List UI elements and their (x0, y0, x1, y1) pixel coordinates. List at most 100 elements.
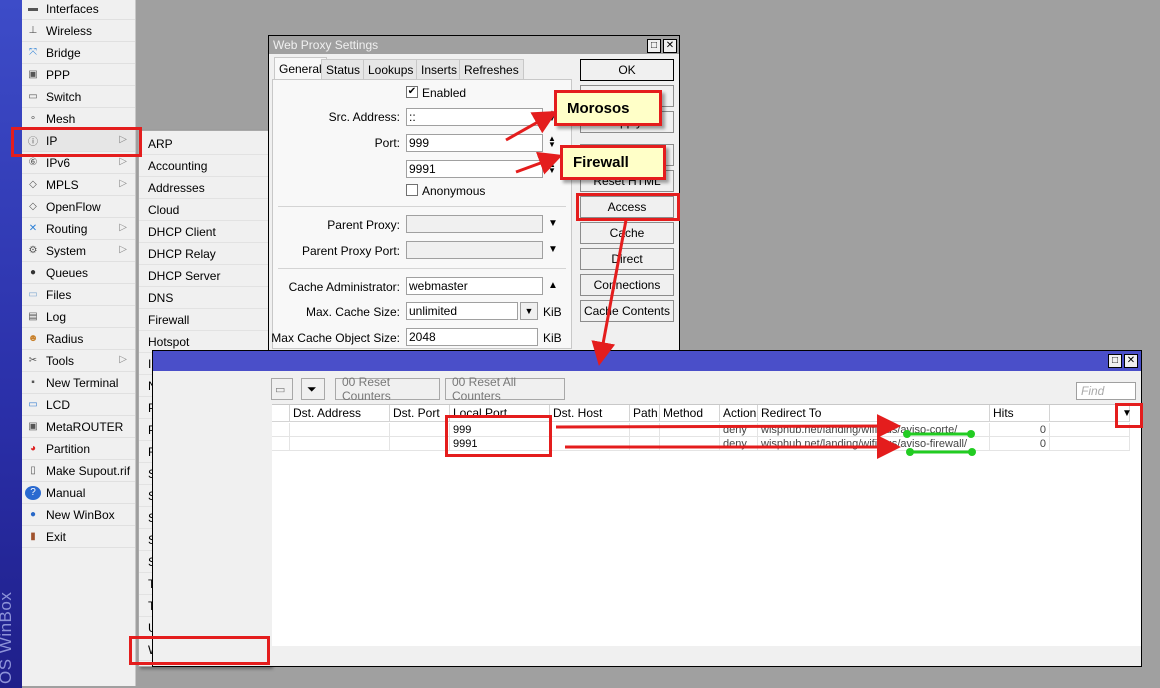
column-header[interactable] (272, 405, 290, 422)
sidebar-item-lcd[interactable]: ▭ LCD (22, 394, 135, 416)
access-button[interactable]: Access (580, 196, 674, 218)
cache-admin-field[interactable]: webmaster (406, 277, 543, 295)
tab-lookups[interactable]: Lookups (363, 59, 419, 79)
connections-button[interactable]: Connections (580, 274, 674, 296)
sidebar-item-switch[interactable]: ▭ Switch (22, 86, 135, 108)
sidebar-item-system[interactable]: ⚙ System ▷ (22, 240, 135, 262)
cache-admin-collapse-icon[interactable]: ▲ (548, 280, 558, 291)
sidebar-item-metarouter[interactable]: ▣ MetaROUTER (22, 416, 135, 438)
port-spinner[interactable]: ▲ ▼ (547, 135, 557, 149)
parent-proxy-field[interactable] (406, 215, 543, 233)
column-header[interactable] (1050, 405, 1130, 422)
interfaces-icon: ▬ (28, 3, 38, 14)
submenu-item-dhcp-server[interactable]: DHCP Server (139, 265, 270, 287)
maximize-button[interactable]: □ (647, 39, 661, 53)
sidebar-item-exit[interactable]: ▮ Exit (22, 526, 135, 548)
submenu-arrow-icon: ▷ (119, 134, 127, 145)
sidebar-item-files[interactable]: ▭ Files (22, 284, 135, 306)
direct-button[interactable]: Direct (580, 248, 674, 270)
column-header[interactable]: Local Port (450, 405, 550, 422)
submenu-item-dhcp-client[interactable]: DHCP Client (139, 221, 270, 243)
src-address-label: Src. Address: (328, 110, 400, 124)
winbox-icon: ● (29, 509, 37, 520)
window-titlebar[interactable]: Web Proxy Settings (269, 36, 679, 54)
submenu-item-accounting[interactable]: Accounting (139, 155, 270, 177)
tab-general[interactable]: General (274, 57, 327, 79)
sidebar-item-new-winbox[interactable]: ● New WinBox (22, 504, 135, 526)
port-field[interactable]: 999 (406, 134, 543, 152)
sidebar-item-radius[interactable]: ☻ Radius (22, 328, 135, 350)
enabled-checkbox[interactable]: ✔ (406, 86, 418, 98)
parent-proxy-port-field[interactable] (406, 241, 543, 259)
tab-label: Refreshes (464, 62, 519, 77)
table-cell-redirect-to: wisphub.net/landing/wifiplus/aviso-firew… (758, 437, 990, 451)
port2-field[interactable]: 9991 (406, 160, 543, 178)
column-header[interactable]: Dst. Address (290, 405, 390, 422)
column-header[interactable]: Hits (990, 405, 1050, 422)
max-cache-object-field[interactable]: 2048 (406, 328, 538, 346)
radius-icon: ☻ (27, 333, 39, 344)
sidebar-item-ppp[interactable]: ▣ PPP (22, 64, 135, 86)
sidebar-item-bridge[interactable]: ⤧ Bridge (22, 42, 135, 64)
table-cell (1050, 423, 1130, 437)
sidebar-item-make-supout-rif[interactable]: ▯ Make Supout.rif (22, 460, 135, 482)
column-header[interactable]: Redirect To (758, 405, 990, 422)
maximize-button[interactable]: □ (1108, 354, 1122, 368)
submenu-item-addresses[interactable]: Addresses (139, 177, 270, 199)
tab-inserts[interactable]: Inserts (416, 59, 463, 79)
sidebar-item-partition[interactable]: ◕ Partition (22, 438, 135, 460)
column-menu-icon[interactable]: ▼ (1122, 408, 1132, 419)
sidebar-item-label: New WinBox (46, 507, 115, 522)
access-window-titlebar[interactable]: □ ✕ (153, 351, 1141, 371)
parent-proxy-dropdown-icon[interactable]: ▼ (548, 218, 558, 229)
submenu-arrow-icon: ▷ (119, 178, 127, 189)
table-cell-redirect-to: wisphub.net/landing/wifiplus/aviso-corte… (758, 423, 990, 437)
ok-button[interactable]: OK (580, 59, 674, 81)
sidebar-item-openflow[interactable]: ◇ OpenFlow (22, 196, 135, 218)
sidebar-item-log[interactable]: ▤ Log (22, 306, 135, 328)
column-header[interactable]: Dst. Host (550, 405, 630, 422)
close-button[interactable]: ✕ (663, 39, 677, 53)
submenu-item-dhcp-relay[interactable]: DHCP Relay (139, 243, 270, 265)
sidebar-item-manual[interactable]: ? Manual (22, 482, 135, 504)
sidebar-item-new-terminal[interactable]: ▪ New Terminal (22, 372, 135, 394)
submenu-item-arp[interactable]: ARP (139, 133, 270, 155)
submenu-item-dns[interactable]: DNS (139, 287, 270, 309)
tab-refreshes[interactable]: Refreshes (459, 59, 524, 79)
comment-button[interactable]: ▭ (271, 378, 293, 400)
sidebar-item-tools[interactable]: ✂ Tools ▷ (22, 350, 135, 372)
reset-counters-button[interactable]: 00 Reset Counters (335, 375, 440, 403)
cache-button[interactable]: Cache (580, 222, 674, 244)
sidebar-item-interfaces[interactable]: ▬ Interfaces (22, 0, 135, 20)
close-button[interactable]: ✕ (1124, 354, 1138, 368)
sidebar-item-label: Switch (46, 89, 82, 104)
port2-spinner[interactable]: ▲ ▼ (547, 161, 557, 175)
sidebar-item-queues[interactable]: ● Queues (22, 262, 135, 284)
sidebar-item-ip[interactable]: ⓘ IP ▷ (22, 130, 135, 152)
column-header[interactable]: Path (630, 405, 660, 422)
column-header[interactable]: Dst. Port (390, 405, 450, 422)
table-cell-dst-address (290, 423, 390, 437)
max-cache-size-field[interactable]: unlimited (406, 302, 518, 320)
filter-icon: ⏷ (307, 381, 317, 396)
sidebar-item-mesh[interactable]: ∘ Mesh (22, 108, 135, 130)
sidebar-item-label: Mesh (46, 111, 76, 126)
find-input[interactable]: Find (1076, 382, 1136, 400)
anonymous-checkbox[interactable] (406, 184, 418, 196)
sidebar-item-ipv6[interactable]: ⑥ IPv6 ▷ (22, 152, 135, 174)
cache-contents-button[interactable]: Cache Contents (580, 300, 674, 322)
max-cache-size-dropdown[interactable]: ▼ (520, 302, 538, 320)
submenu-item-firewall[interactable]: Firewall (139, 309, 270, 331)
parent-proxy-port-dropdown-icon[interactable]: ▼ (548, 244, 558, 255)
tab-status[interactable]: Status (321, 59, 366, 79)
submenu-item-cloud[interactable]: Cloud (139, 199, 270, 221)
sidebar-item-wireless[interactable]: ⊥ Wireless (22, 20, 135, 42)
filter-button[interactable]: ⏷ (301, 378, 325, 400)
table-cell-hits: 0 (990, 437, 1050, 451)
column-header[interactable]: Action (720, 405, 758, 422)
column-header[interactable]: Method (660, 405, 720, 422)
sidebar-item-mpls[interactable]: ◇ MPLS ▷ (22, 174, 135, 196)
sidebar-item-routing[interactable]: ✕ Routing ▷ (22, 218, 135, 240)
src-address-field[interactable]: :: (406, 108, 543, 126)
reset-all-counters-button[interactable]: 00 Reset All Counters (445, 375, 565, 403)
